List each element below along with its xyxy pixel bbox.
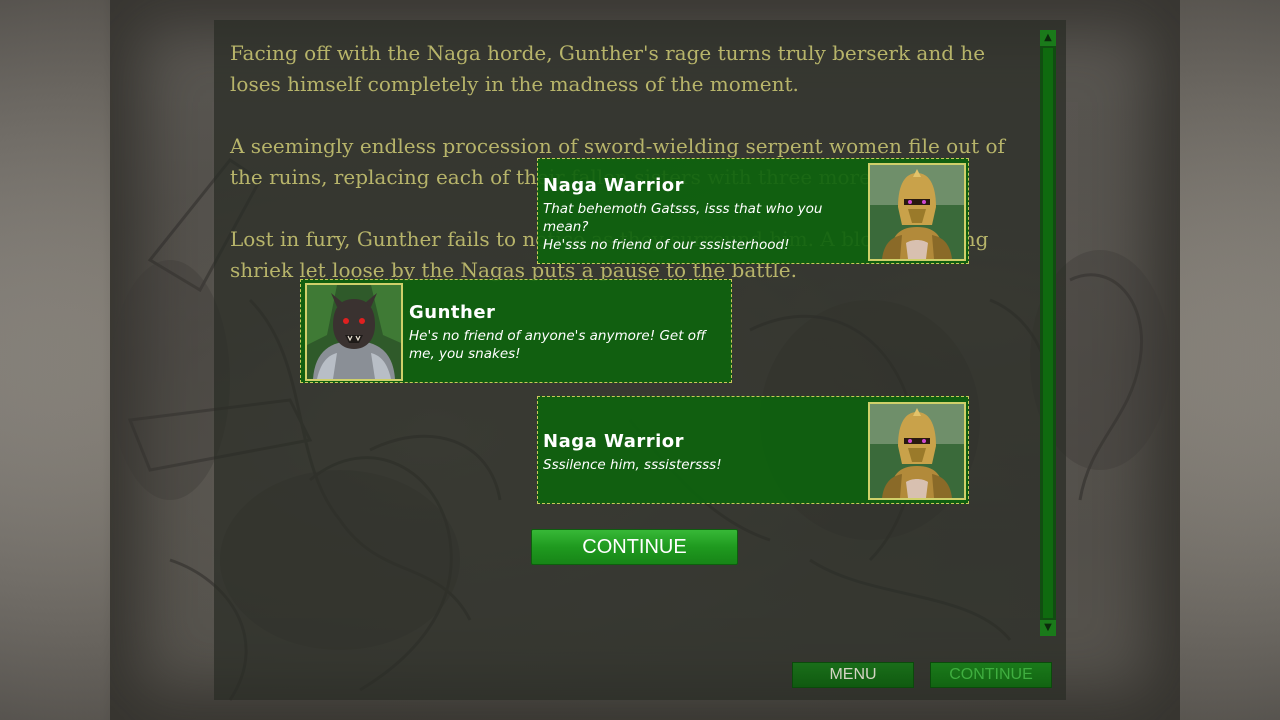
dialogue-text: Naga Warrior That behemoth Gatsss, isss … [543,175,863,254]
dialogue-line: He'sss no friend of our sssisterhood! [543,237,790,253]
arrow-down-icon[interactable]: ▼ [1040,620,1056,636]
scroll-track[interactable] [1043,48,1053,618]
dialogue-line: Sssilence him, sssistersss! [543,457,722,473]
menu-button[interactable]: MENU [792,662,914,688]
continue-small-button[interactable]: CONTINUE [930,662,1052,688]
dialogue-text: Gunther He's no friend of anyone's anymo… [409,302,727,363]
dialogue-bubble-naga-warrior: Naga Warrior That behemoth Gatsss, isss … [537,158,969,264]
naga-warrior-portrait [868,402,966,500]
speaker-name: Naga Warrior [543,175,685,196]
dialogue-line: That behemoth Gatsss, isss that who you … [543,201,823,235]
speaker-name: Gunther [409,302,496,323]
story-paragraph: Facing off with the Naga horde, Gunther'… [230,41,986,96]
story-scrollbar[interactable]: ▲ ▼ [1040,30,1056,636]
dialogue-bubble-gunther: Gunther He's no friend of anyone's anymo… [300,279,732,383]
gunther-portrait [305,283,403,381]
dialogue-line: He's no friend of anyone's anymore! Get … [409,328,706,362]
dialogue-bubble-naga-warrior: Naga Warrior Sssilence him, sssistersss! [537,396,969,504]
naga-warrior-portrait [868,163,966,261]
arrow-up-icon[interactable]: ▲ [1040,30,1056,46]
dialogue-text: Naga Warrior Sssilence him, sssistersss! [543,431,863,474]
speaker-name: Naga Warrior [543,431,685,452]
continue-button[interactable]: CONTINUE [531,529,738,565]
